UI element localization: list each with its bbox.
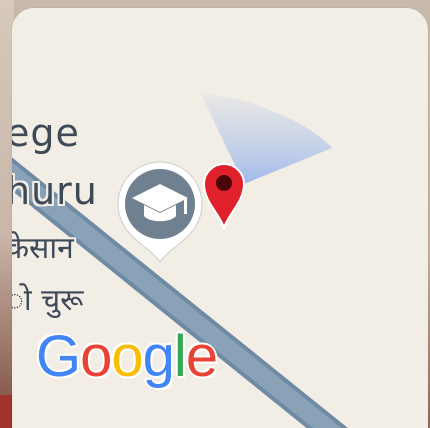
map-view[interactable]: ege huru केसान ो चुरू Google xyxy=(12,8,428,428)
place-label-line-1: ege xyxy=(12,111,80,155)
school-marker[interactable] xyxy=(112,158,208,270)
google-logo-letter: o xyxy=(80,324,112,389)
graduation-cap-icon xyxy=(117,161,203,263)
google-logo: Google xyxy=(36,324,218,389)
place-label-line-3: केसान xyxy=(12,231,74,266)
location-marker[interactable] xyxy=(202,162,246,232)
google-logo-letter: G xyxy=(36,324,81,389)
place-label-line-2: huru xyxy=(12,169,98,213)
google-logo-letter: l xyxy=(173,324,187,389)
background-edge-accent xyxy=(0,395,12,428)
google-logo-letter: e xyxy=(185,324,218,389)
google-logo-letter: o xyxy=(111,324,143,389)
google-logo-letter: g xyxy=(142,324,175,389)
location-pin-icon xyxy=(202,163,246,232)
place-label-line-4: ो चुरू xyxy=(12,283,84,318)
